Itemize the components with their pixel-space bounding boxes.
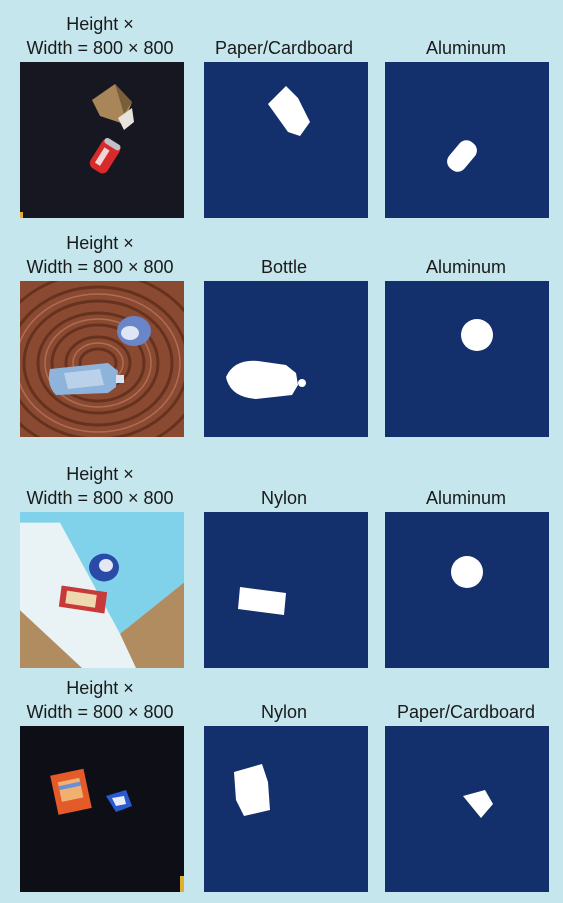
mask-label: Nylon <box>260 702 308 722</box>
sample-row-4: Height × Width = 800 × 800 Nylon Paper/C… <box>0 676 563 896</box>
segmentation-mask <box>385 62 549 218</box>
sample-row-3: Height × Width = 800 × 800 Nylon Aluminu… <box>0 460 563 680</box>
input-size-label: Height × Width = 800 × 800 <box>26 678 174 722</box>
mask-label: Aluminum <box>425 38 507 58</box>
mask-label: Nylon <box>260 488 308 508</box>
input-photo <box>20 726 184 892</box>
mask-label: Paper/Cardboard <box>214 38 354 58</box>
input-photo <box>20 281 184 437</box>
input-photo <box>20 62 184 218</box>
segmentation-mask <box>204 512 368 668</box>
segmentation-mask <box>385 512 549 668</box>
sample-row-2: Height × Width = 800 × 800 Bottle Alumin… <box>0 229 563 449</box>
mask-label: Aluminum <box>425 488 507 508</box>
segmentation-mask <box>385 726 549 892</box>
segmentation-mask <box>204 726 368 892</box>
input-size-label: Height × Width = 800 × 800 <box>26 14 174 58</box>
mask-label: Bottle <box>260 257 308 277</box>
mask-label: Paper/Cardboard <box>396 702 536 722</box>
input-photo <box>20 512 184 668</box>
sample-row-1: Height × Width = 800 × 800 Paper/Cardboa… <box>0 10 563 230</box>
segmentation-mask <box>385 281 549 437</box>
input-size-label: Height × Width = 800 × 800 <box>26 464 174 508</box>
input-size-label: Height × Width = 800 × 800 <box>26 233 174 277</box>
segmentation-mask <box>204 62 368 218</box>
segmentation-mask <box>204 281 368 437</box>
mask-label: Aluminum <box>425 257 507 277</box>
